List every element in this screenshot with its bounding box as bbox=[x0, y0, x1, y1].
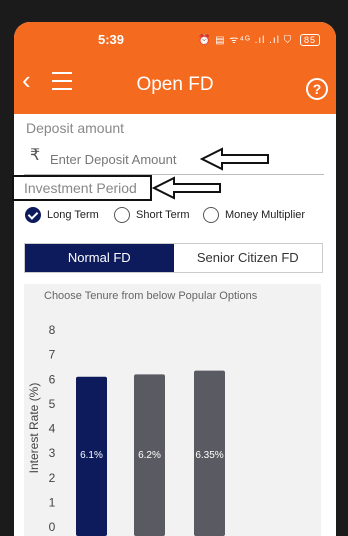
bar-value-label: 6.35% bbox=[195, 450, 223, 461]
bar-value-label: 6.1% bbox=[80, 450, 103, 461]
y-tick-label: 3 bbox=[49, 446, 56, 460]
y-axis-label: Interest Rate (%) bbox=[27, 383, 41, 474]
y-tick-label: 1 bbox=[49, 495, 56, 509]
y-tick-label: 2 bbox=[49, 471, 56, 485]
y-tick-label: 8 bbox=[49, 323, 56, 337]
bar-value-label: 6.2% bbox=[138, 450, 161, 461]
y-tick-label: 0 bbox=[49, 520, 56, 534]
y-tick-label: 7 bbox=[49, 348, 56, 362]
y-tick-label: 5 bbox=[49, 397, 56, 411]
y-tick-label: 6 bbox=[49, 372, 56, 386]
interest-rate-chart: 0 1 2 3 4 5 6 7 8 Interest Rate (%) 6.1% 6.2% 6.35% bbox=[27, 323, 225, 536]
y-tick-label: 4 bbox=[49, 422, 56, 436]
